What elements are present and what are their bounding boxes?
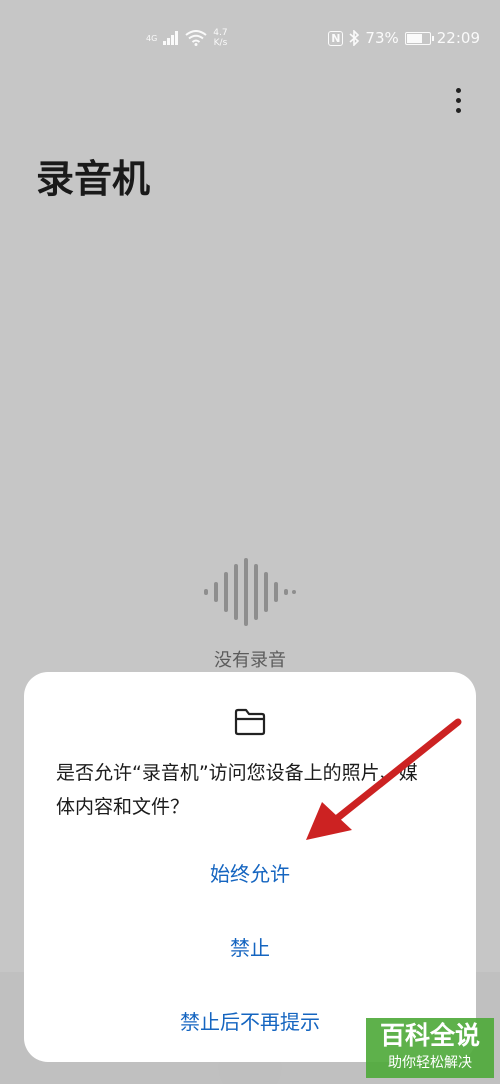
network-label: 4G (146, 33, 158, 43)
speed-unit: K/s (213, 38, 228, 48)
nfc-icon: N (328, 30, 344, 46)
more-dot (455, 87, 461, 93)
speed-value: 4.7 (213, 28, 228, 38)
watermark-title: 百科全说 (379, 1021, 480, 1050)
watermark-logo: 百科全说 助你轻松解决 (366, 1018, 494, 1078)
annotation-arrow (306, 718, 462, 840)
status-left: 4G 4.7 K/s (146, 24, 228, 52)
network-speed: 4.7 K/s (213, 28, 227, 48)
more-options-icon[interactable] (446, 84, 470, 116)
signal-icon (163, 31, 179, 45)
battery-icon (404, 31, 434, 45)
battery-percent: 73% (365, 29, 399, 47)
folder-icon (234, 708, 266, 736)
battery-fill (406, 33, 423, 43)
status-bar: 4G 4.7 K/s N 73% 22:09 (0, 0, 500, 72)
wifi-icon (185, 30, 207, 46)
more-dot (455, 107, 461, 113)
page-title: 录音机 (36, 157, 151, 201)
bluetooth-icon (349, 30, 360, 46)
always-allow-button[interactable]: 始终允许 (24, 858, 476, 887)
empty-state-text: 没有录音 (214, 650, 286, 671)
more-dot (455, 97, 461, 103)
screen: 4G 4.7 K/s N 73% 22:09 录音机 没有录音 是否允许“录音机… (0, 0, 500, 1084)
status-right: N 73% 22:09 (328, 24, 480, 52)
clock: 22:09 (436, 29, 480, 47)
waveform-icon (204, 558, 296, 626)
deny-button[interactable]: 禁止 (24, 932, 476, 961)
watermark-subtitle: 助你轻松解决 (388, 1055, 472, 1071)
